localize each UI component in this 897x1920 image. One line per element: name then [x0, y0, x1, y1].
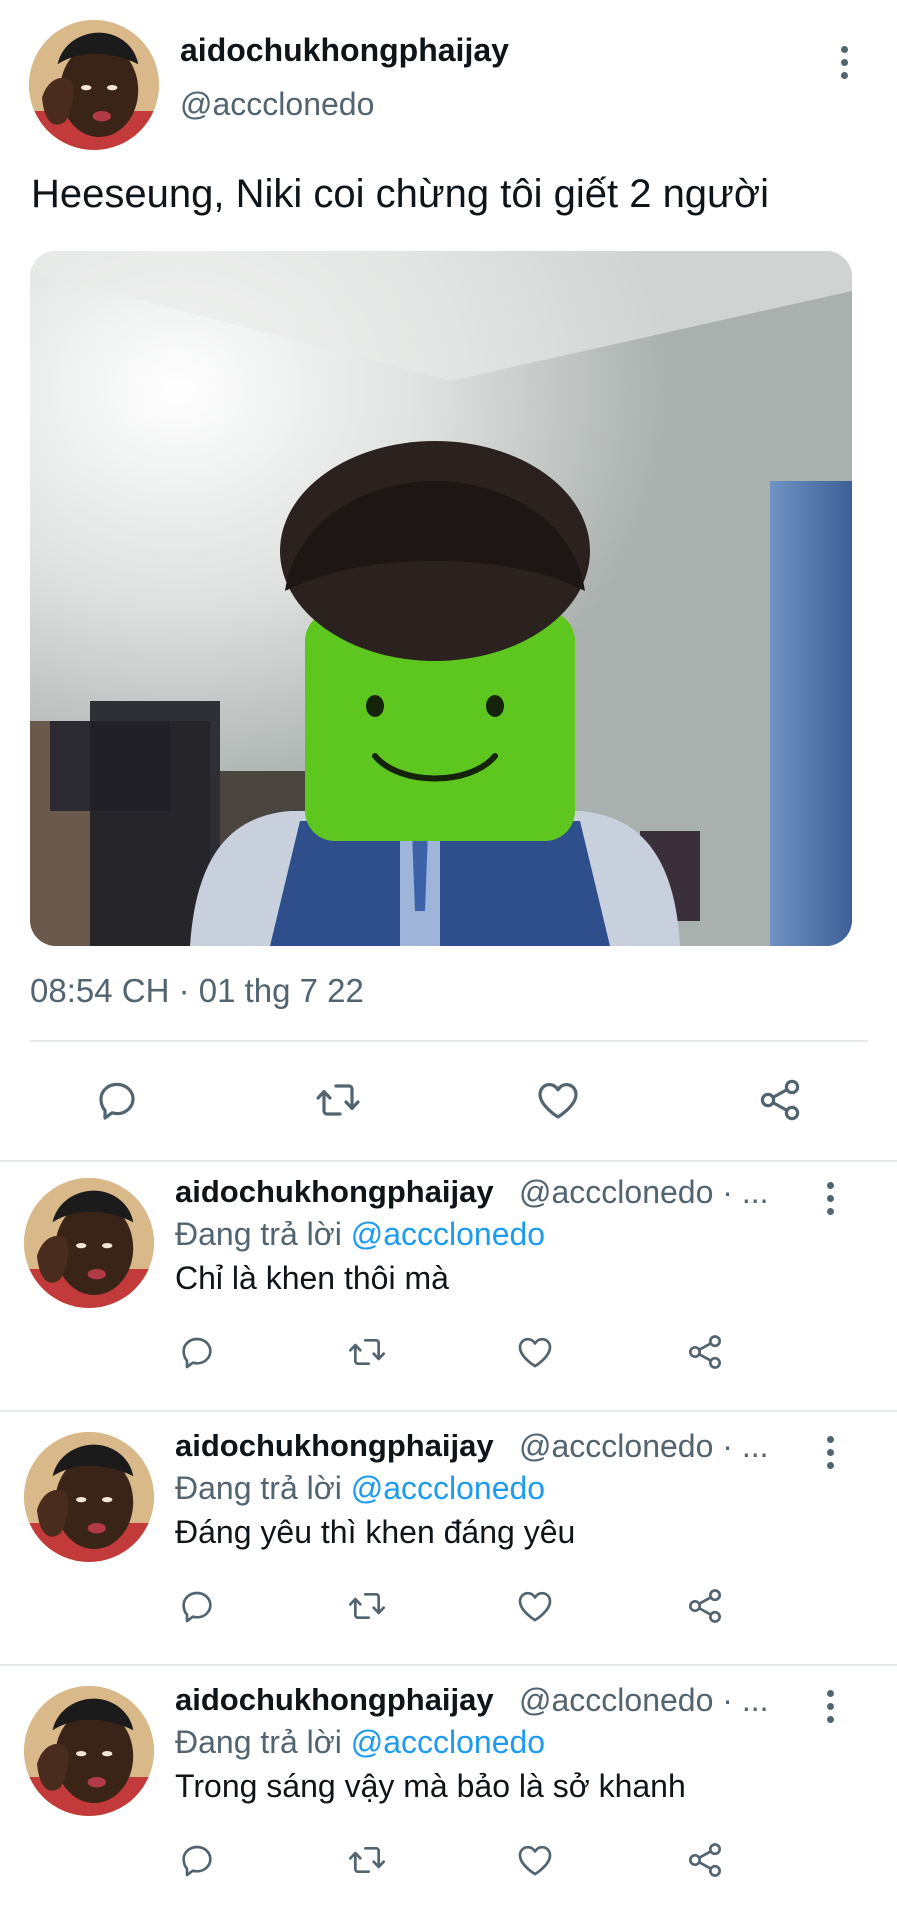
replying-to: Đang trả lời @accclonedo: [175, 1216, 545, 1253]
mention-link[interactable]: @accclonedo: [351, 1216, 545, 1252]
user-handle[interactable]: @accclonedo · ...: [519, 1174, 768, 1211]
display-name[interactable]: aidochukhongphaijay: [175, 1174, 494, 1210]
tweet-text: Heeseung, Niki coi chừng tôi giết 2 ngườ…: [31, 172, 769, 216]
mention-link[interactable]: @accclonedo: [351, 1470, 545, 1506]
mention-link[interactable]: @accclonedo: [351, 1724, 545, 1760]
reply-text: Trong sáng vậy mà bảo là sở khanh: [175, 1768, 686, 1804]
replying-to: Đang trả lời @accclonedo: [175, 1470, 545, 1507]
reply-icon[interactable]: [169, 1324, 225, 1380]
retweet-icon[interactable]: [339, 1832, 395, 1888]
more-options-icon[interactable]: [815, 1432, 845, 1472]
reply-tweet[interactable]: aidochukhongphaijay @accclonedo · ... Đa…: [0, 1162, 897, 1416]
reply-icon[interactable]: [169, 1578, 225, 1634]
display-name[interactable]: aidochukhongphaijay: [175, 1682, 494, 1718]
reply-text: Chỉ là khen thôi mà: [175, 1260, 449, 1296]
more-options-icon[interactable]: [829, 42, 859, 82]
like-icon[interactable]: [507, 1832, 563, 1888]
divider: [0, 1410, 897, 1412]
replying-prefix: Đang trả lời: [175, 1216, 351, 1252]
avatar[interactable]: [24, 1686, 154, 1816]
share-icon[interactable]: [748, 1068, 812, 1132]
replying-prefix: Đang trả lời: [175, 1470, 351, 1506]
reply-text: Đáng yêu thì khen đáng yêu: [175, 1514, 576, 1550]
reply-tweet[interactable]: aidochukhongphaijay @accclonedo · ... Đa…: [0, 1416, 897, 1670]
reply-tweet[interactable]: aidochukhongphaijay @accclonedo · ... Đa…: [0, 1670, 897, 1920]
replying-to: Đang trả lời @accclonedo: [175, 1724, 545, 1761]
share-icon[interactable]: [677, 1832, 733, 1888]
display-name[interactable]: aidochukhongphaijay: [180, 32, 509, 69]
avatar[interactable]: [29, 20, 159, 150]
tweet-media-image[interactable]: [30, 251, 852, 946]
divider: [30, 1040, 868, 1042]
share-icon[interactable]: [677, 1578, 733, 1634]
avatar[interactable]: [24, 1432, 154, 1562]
reply-icon[interactable]: [169, 1832, 225, 1888]
user-handle[interactable]: @accclonedo: [180, 86, 374, 123]
reply-icon[interactable]: [85, 1068, 149, 1132]
divider: [0, 1664, 897, 1666]
retweet-icon[interactable]: [339, 1324, 395, 1380]
like-icon[interactable]: [526, 1068, 590, 1132]
tweet-timestamp[interactable]: 08:54 CH · 01 thg 7 22: [30, 972, 364, 1010]
user-handle[interactable]: @accclonedo · ...: [519, 1682, 768, 1719]
display-name[interactable]: aidochukhongphaijay: [175, 1428, 494, 1464]
avatar[interactable]: [24, 1178, 154, 1308]
replying-prefix: Đang trả lời: [175, 1724, 351, 1760]
user-handle[interactable]: @accclonedo · ...: [519, 1428, 768, 1465]
like-icon[interactable]: [507, 1324, 563, 1380]
share-icon[interactable]: [677, 1324, 733, 1380]
like-icon[interactable]: [507, 1578, 563, 1634]
more-options-icon[interactable]: [815, 1686, 845, 1726]
retweet-icon[interactable]: [339, 1578, 395, 1634]
more-options-icon[interactable]: [815, 1178, 845, 1218]
main-tweet: aidochukhongphaijay @accclonedo Heeseung…: [0, 0, 897, 1158]
retweet-icon[interactable]: [306, 1068, 370, 1132]
